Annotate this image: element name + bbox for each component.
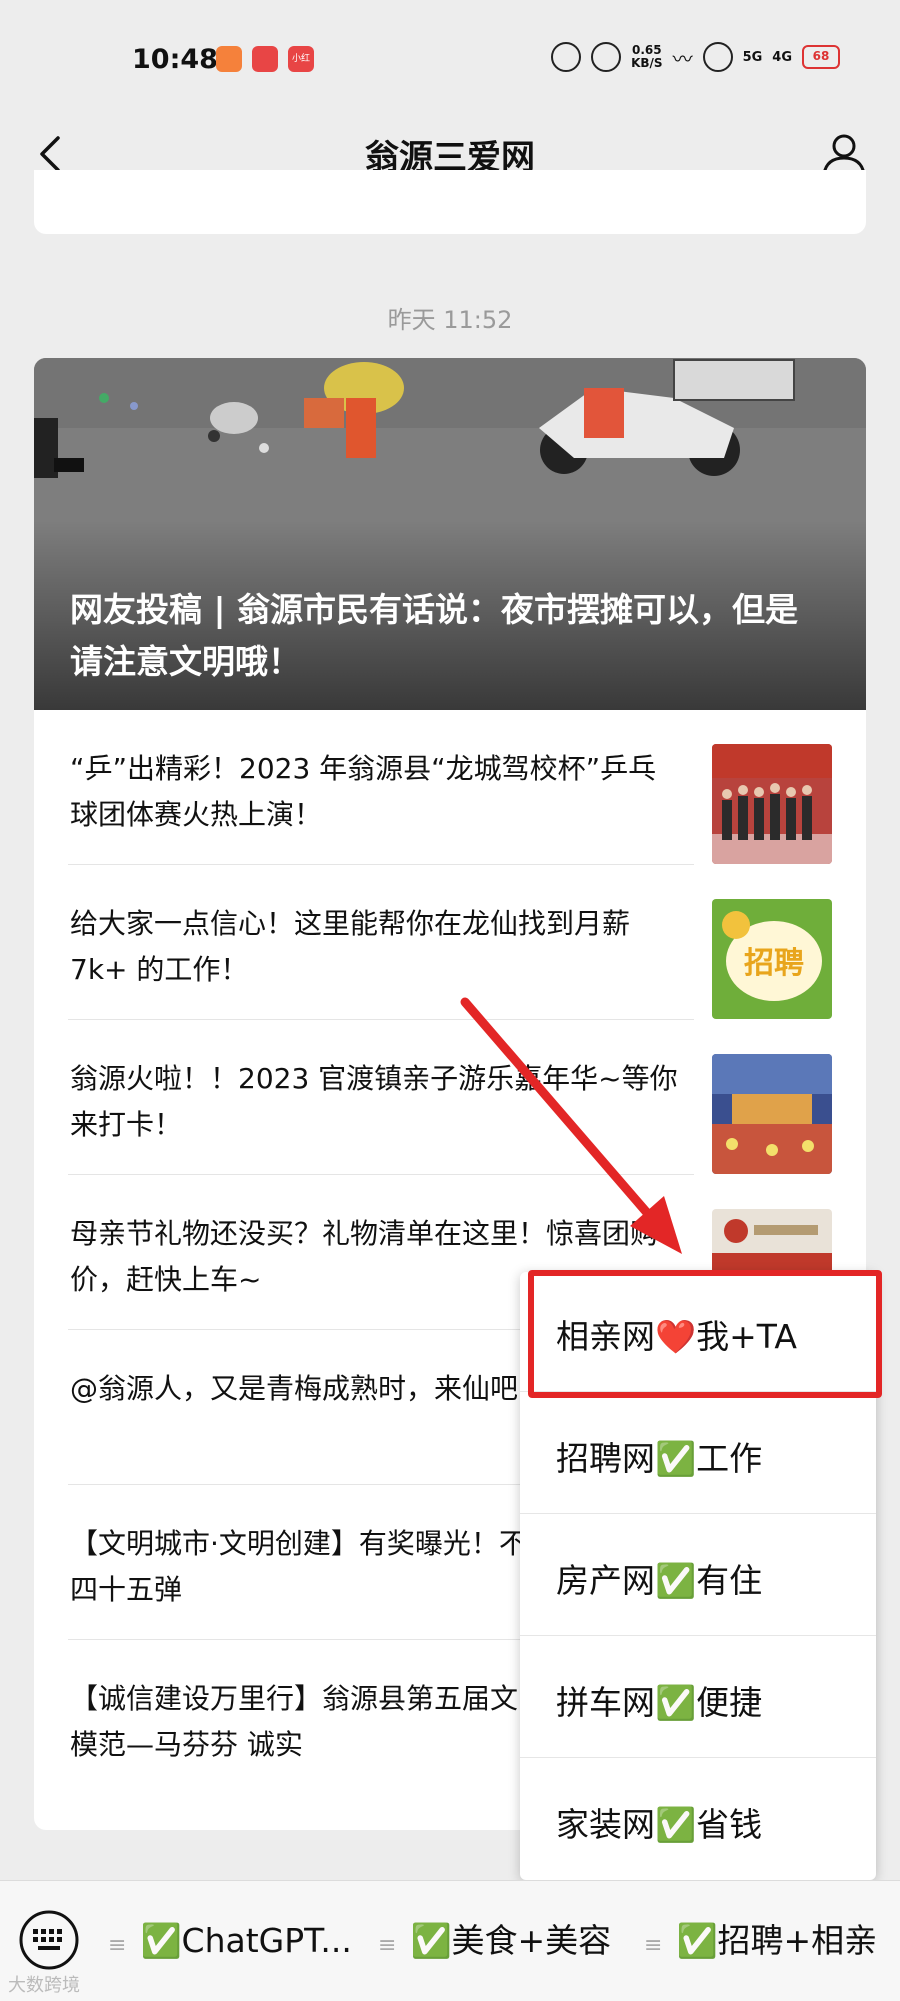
menu-icon: ≡ bbox=[108, 1933, 127, 1958]
menu-item-label: 招聘网✅工作 bbox=[556, 1439, 763, 1478]
menu-item-carpool[interactable]: 拼车网✅便捷 bbox=[520, 1638, 876, 1758]
menu-item-label: 家装网✅省钱 bbox=[556, 1805, 763, 1844]
menu-icon: ≡ bbox=[378, 1933, 397, 1958]
menu-item-jobs[interactable]: 招聘网✅工作 bbox=[520, 1394, 876, 1514]
menu-item-label: 房产网✅有住 bbox=[556, 1561, 763, 1600]
bottom-tab-chatgpt[interactable]: ≡ ✅ChatGPT... bbox=[108, 1911, 352, 1971]
keyboard-icon bbox=[19, 1910, 79, 1970]
menu-item-housing[interactable]: 房产网✅有住 bbox=[520, 1516, 876, 1636]
menu-item-label: 拼车网✅便捷 bbox=[556, 1683, 763, 1722]
watermark: 大数跨境 bbox=[8, 1975, 80, 1996]
highlight-box bbox=[528, 1270, 882, 1398]
bottom-tab-food-beauty[interactable]: ≡ ✅美食+美容 bbox=[378, 1911, 611, 1971]
menu-item-decoration[interactable]: 家装网✅省钱 bbox=[520, 1760, 876, 1880]
keyboard-toggle-button[interactable] bbox=[18, 1909, 80, 1971]
bottom-menu-bar: ≡ ✅ChatGPT... ≡ ✅美食+美容 ≡ ✅招聘+相亲 大数跨境 bbox=[0, 1880, 900, 2001]
bottom-tab-jobs-dating[interactable]: ≡ ✅招聘+相亲 bbox=[644, 1911, 877, 1971]
menu-icon: ≡ bbox=[644, 1933, 663, 1958]
